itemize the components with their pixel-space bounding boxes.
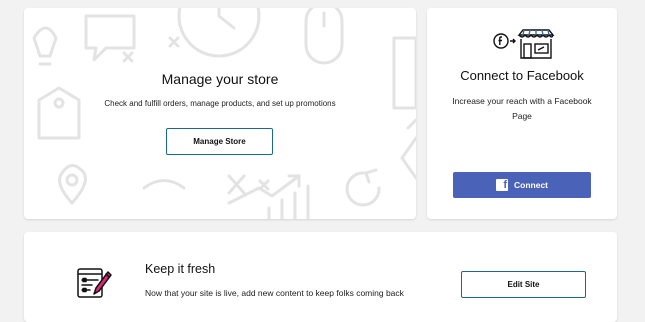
keep-it-fresh-title: Keep it fresh: [145, 262, 216, 276]
connect-facebook-card: Connect to Facebook Increase your reach …: [427, 8, 617, 219]
manage-store-button[interactable]: Manage Store: [166, 128, 273, 155]
manage-store-title: Manage your store: [161, 71, 279, 87]
keep-it-fresh-description: Now that your site is live, add new cont…: [145, 288, 404, 298]
manage-store-description: Check and fulfill orders, manage product…: [104, 99, 336, 108]
edit-site-button[interactable]: Edit Site: [461, 271, 586, 298]
connect-facebook-title: Connect to Facebook: [460, 68, 584, 83]
manage-store-content: Manage your store Check and fulfill orde…: [24, 8, 416, 219]
edit-document-icon: [77, 268, 112, 298]
facebook-storefront-icon: [493, 29, 555, 59]
keep-it-fresh-card: Keep it fresh Now that your site is live…: [24, 232, 617, 322]
connect-facebook-description: Increase your reach with a Facebook Page: [452, 96, 592, 121]
facebook-logo-icon: f: [496, 179, 508, 191]
facebook-connect-label: Connect: [514, 180, 548, 190]
facebook-connect-button[interactable]: f Connect: [453, 172, 591, 198]
manage-store-card: Manage your store Check and fulfill orde…: [24, 8, 416, 219]
